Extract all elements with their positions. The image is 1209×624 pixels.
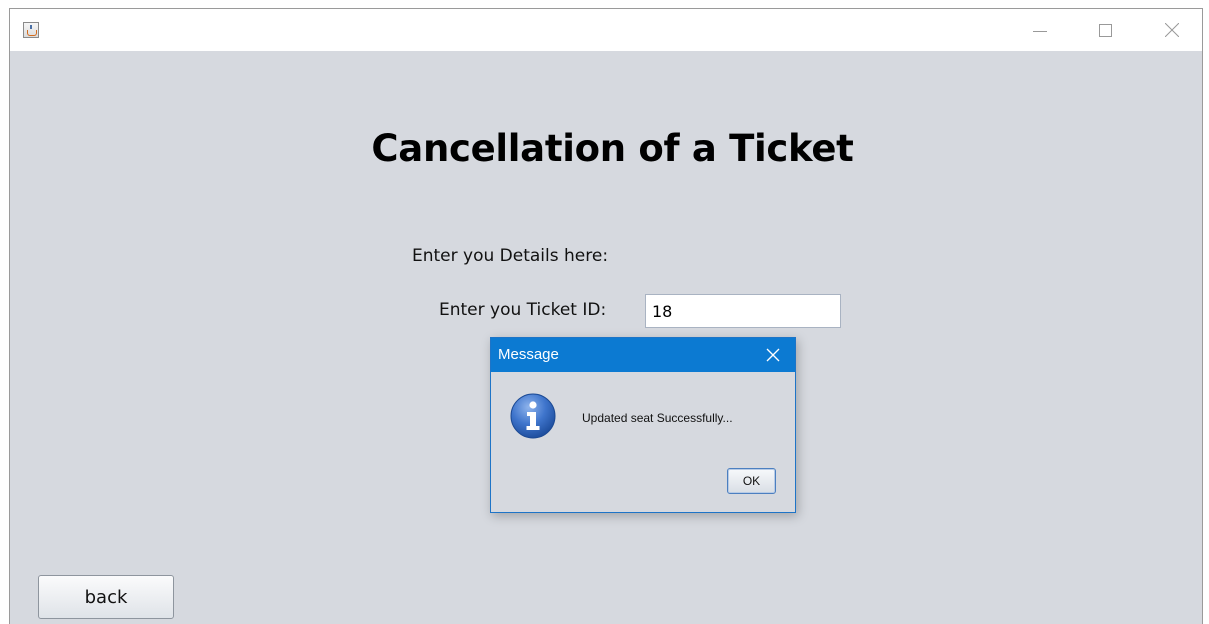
dialog-title-bar[interactable]: Message bbox=[491, 338, 795, 372]
app-window: Cancellation of a Ticket Enter you Detai… bbox=[9, 8, 1203, 624]
minimize-icon bbox=[1033, 31, 1047, 32]
ok-button[interactable]: OK bbox=[727, 468, 776, 494]
ticket-id-input[interactable] bbox=[645, 294, 841, 328]
message-dialog: Message Updated seat Successfully... OK bbox=[490, 337, 796, 513]
window-close-button[interactable] bbox=[1149, 9, 1195, 51]
java-cup-icon bbox=[23, 22, 39, 38]
page-title: Cancellation of a Ticket bbox=[371, 127, 854, 170]
maximize-icon bbox=[1099, 24, 1112, 37]
back-button[interactable]: back bbox=[38, 575, 174, 619]
dialog-title: Message bbox=[498, 346, 559, 363]
dialog-close-icon[interactable] bbox=[766, 348, 780, 362]
minimize-button[interactable] bbox=[1017, 9, 1063, 51]
title-bar[interactable] bbox=[10, 9, 1202, 51]
details-subheading: Enter you Details here: bbox=[412, 246, 609, 266]
info-icon bbox=[510, 393, 556, 439]
ticket-id-label: Enter you Ticket ID: bbox=[439, 300, 607, 320]
close-icon bbox=[1165, 23, 1179, 37]
maximize-button[interactable] bbox=[1083, 9, 1129, 51]
dialog-message: Updated seat Successfully... bbox=[582, 411, 733, 425]
